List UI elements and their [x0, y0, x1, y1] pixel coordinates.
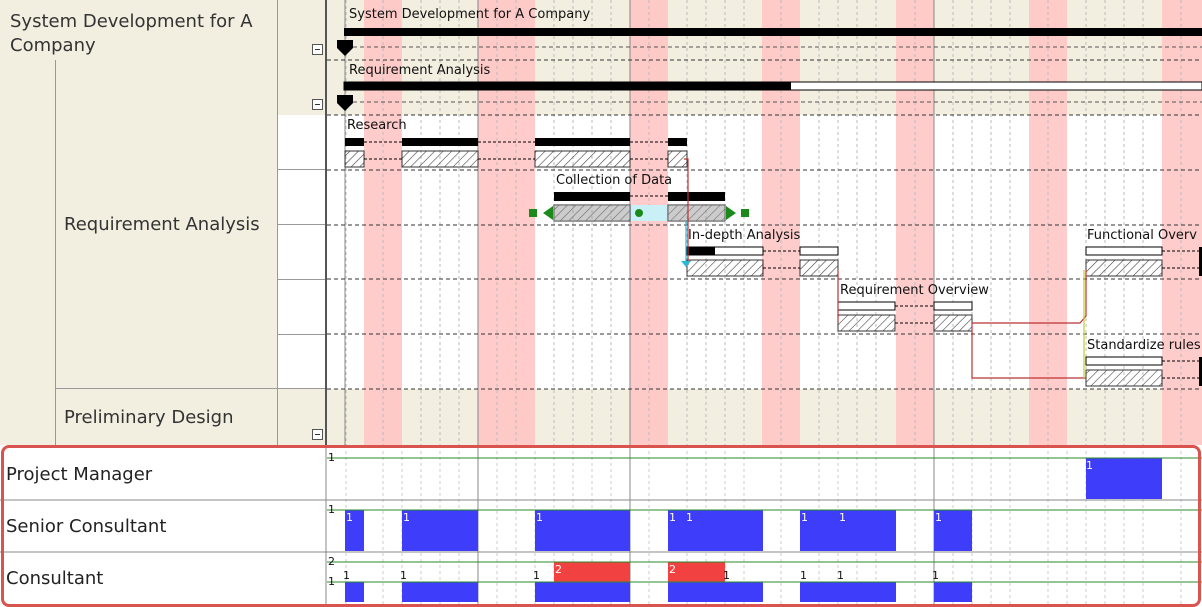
collapse-phase-toggle[interactable]: [312, 99, 323, 110]
collapse-phase2-toggle[interactable]: [312, 429, 323, 440]
load-value: 1: [343, 569, 350, 582]
phase2-name: Preliminary Design: [64, 407, 234, 428]
tree-col-divider: [277, 0, 278, 445]
task-cell[interactable]: [277, 115, 326, 170]
phase-bar-label: Requirement Analysis: [349, 63, 491, 78]
resource-line-label: 1: [328, 575, 335, 588]
load-value: 1: [935, 511, 942, 524]
task-name-overview: Requirement Overview: [840, 283, 989, 298]
load-bar[interactable]: [1086, 458, 1162, 499]
drag-handle-left[interactable]: [529, 209, 537, 217]
gantt-window: System Development for A Company Require…: [0, 0, 1202, 607]
load-value: 1: [686, 511, 693, 524]
load-value: 1: [669, 511, 676, 524]
phase-indent-cell: [0, 60, 56, 445]
overload-bar[interactable]: [554, 562, 630, 582]
task-cells: [277, 115, 326, 388]
progress-handle[interactable]: [635, 209, 643, 217]
load-value: 1: [536, 511, 543, 524]
load-value: 1: [400, 569, 407, 582]
task-indepth-bars[interactable]: [686, 246, 839, 277]
task-name-research: Research: [347, 118, 407, 133]
load-value: 1: [1086, 459, 1093, 472]
task-cell[interactable]: [277, 170, 326, 225]
task-cell[interactable]: [277, 225, 326, 280]
load-value: 1: [839, 511, 846, 524]
load-value: 1: [346, 511, 353, 524]
load-value: 1: [403, 511, 410, 524]
resource-max-label: 1: [328, 503, 335, 516]
drag-handle-right[interactable]: [741, 209, 749, 217]
resource-chart: [0, 445, 1202, 607]
overload-bar[interactable]: [668, 562, 725, 582]
load-value: 1: [801, 511, 808, 524]
resource-name-senior-consultant: Senior Consultant: [6, 516, 167, 537]
load-value: 2: [555, 563, 562, 576]
resource-max-label: 1: [328, 451, 335, 464]
load-value: 1: [533, 569, 540, 582]
load-value: 1: [932, 569, 939, 582]
resource-name-project-manager: Project Manager: [6, 464, 153, 485]
task-name-functional: Functional Overv: [1087, 228, 1197, 243]
project-bar-label: System Development for A Company: [349, 7, 591, 22]
task-name-standardize: Standardize rules: [1087, 338, 1201, 353]
load-value: 1: [837, 569, 844, 582]
collapse-project-toggle[interactable]: [312, 44, 323, 55]
task-cell[interactable]: [277, 335, 326, 388]
phase-summary-bar[interactable]: [344, 82, 791, 90]
task-name-collection: Collection of Data: [556, 173, 673, 188]
task-cell[interactable]: [277, 280, 326, 335]
resource-max-label: 2: [328, 555, 335, 568]
project-summary-bar[interactable]: [344, 28, 1202, 36]
resource-name-consultant: Consultant: [6, 568, 104, 589]
project-name: System Development for A Company: [10, 11, 253, 56]
load-value: 1: [723, 569, 730, 582]
task-name-indepth: In-depth Analysis: [688, 228, 801, 243]
load-value: 2: [669, 563, 676, 576]
phase-name: Requirement Analysis: [64, 214, 260, 235]
resource-panel: Project Manager Senior Consultant Consul…: [0, 445, 1202, 607]
load-value: 1: [800, 569, 807, 582]
tree-panel: System Development for A Company Require…: [0, 0, 327, 445]
